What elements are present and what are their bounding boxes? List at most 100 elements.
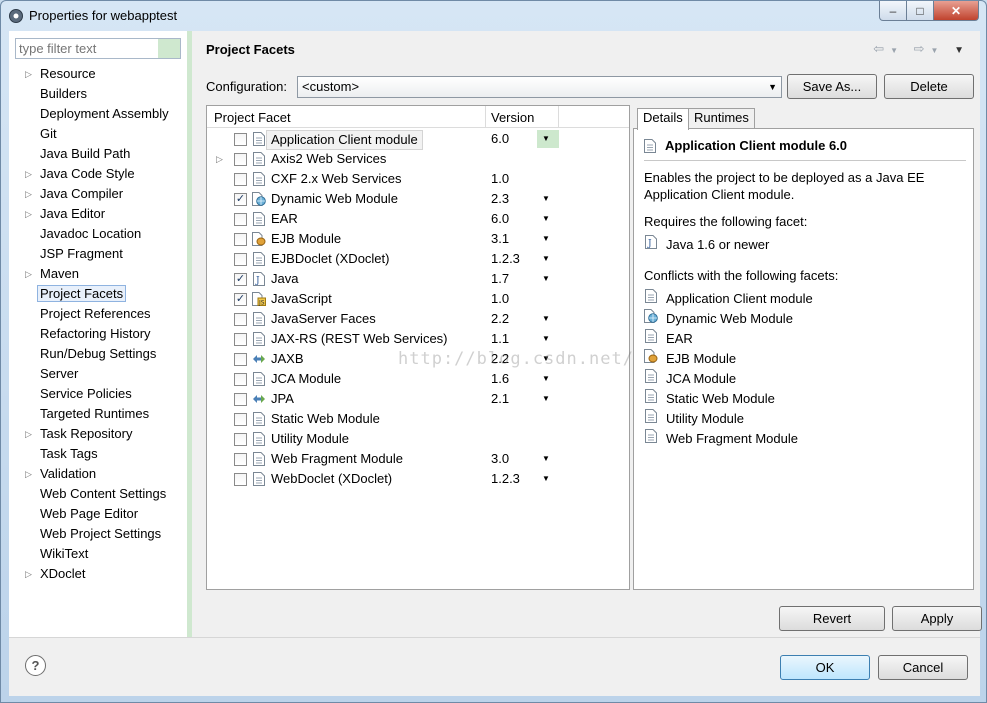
expand-arrow-icon[interactable]: ▷ <box>25 564 32 584</box>
expand-arrow-icon[interactable]: ▷ <box>25 64 32 84</box>
sidebar-item-maven[interactable]: ▷ Maven <box>15 264 169 284</box>
revert-button[interactable]: Revert <box>779 606 885 631</box>
sidebar-item-resource[interactable]: ▷ Resource <box>15 64 169 84</box>
facet-checkbox[interactable] <box>234 173 247 186</box>
facet-checkbox[interactable] <box>234 153 247 166</box>
sidebar-item-builders[interactable]: Builders <box>15 84 169 104</box>
close-button[interactable]: ✕ <box>933 1 979 21</box>
facet-checkbox[interactable] <box>234 313 247 326</box>
sidebar-item-validation[interactable]: ▷ Validation <box>15 464 169 484</box>
sidebar-item-jsp-fragment[interactable]: JSP Fragment <box>15 244 169 264</box>
tab-details[interactable]: Details <box>637 108 689 130</box>
expand-arrow-icon[interactable]: ▷ <box>25 204 32 224</box>
facet-checkbox[interactable] <box>234 213 247 226</box>
facet-row[interactable]: ✓ Dynamic Web Module 2.3 ▼ <box>207 189 629 209</box>
facet-row[interactable]: Utility Module <box>207 429 629 449</box>
expand-arrow-icon[interactable]: ▷ <box>25 464 32 484</box>
sidebar-item-xdoclet[interactable]: ▷ XDoclet <box>15 564 169 584</box>
facet-checkbox[interactable]: ✓ <box>234 193 247 206</box>
sidebar-item-targeted-runtimes[interactable]: Targeted Runtimes <box>15 404 169 424</box>
clear-filter-icon[interactable] <box>158 39 180 58</box>
facet-version[interactable]: 1.7 <box>491 269 509 289</box>
facet-version[interactable]: 2.1 <box>491 389 509 409</box>
chevron-down-icon[interactable]: ▼ <box>542 389 550 409</box>
forward-menu-icon[interactable]: ▼ <box>931 46 945 55</box>
facet-checkbox[interactable] <box>234 413 247 426</box>
facet-version[interactable]: 1.1 <box>491 329 509 349</box>
sidebar-item-web-page-editor[interactable]: Web Page Editor <box>15 504 169 524</box>
chevron-down-icon[interactable]: ▼ <box>542 309 550 329</box>
facet-row[interactable]: WebDoclet (XDoclet) 1.2.3 ▼ <box>207 469 629 489</box>
facet-checkbox[interactable] <box>234 473 247 486</box>
facet-row[interactable]: JCA Module 1.6 ▼ <box>207 369 629 389</box>
facet-version[interactable]: 3.1 <box>491 229 509 249</box>
tab-runtimes[interactable]: Runtimes <box>688 108 755 128</box>
facet-row[interactable]: JavaServer Faces 2.2 ▼ <box>207 309 629 329</box>
column-header-version[interactable]: Version <box>491 110 534 125</box>
expand-arrow-icon[interactable]: ▷ <box>216 149 223 169</box>
facet-version[interactable]: 1.2.3 <box>491 469 520 489</box>
facet-row[interactable]: EJB Module 3.1 ▼ <box>207 229 629 249</box>
sidebar-item-service-policies[interactable]: Service Policies <box>15 384 169 404</box>
facet-version[interactable]: 2.2 <box>491 309 509 329</box>
facet-checkbox[interactable] <box>234 393 247 406</box>
sidebar-item-java-build-path[interactable]: Java Build Path <box>15 144 169 164</box>
sidebar-item-java-compiler[interactable]: ▷ Java Compiler <box>15 184 169 204</box>
sidebar-item-task-tags[interactable]: Task Tags <box>15 444 169 464</box>
minimize-button[interactable]: – <box>879 1 907 21</box>
facet-checkbox[interactable] <box>234 233 247 246</box>
sidebar-item-javadoc-location[interactable]: Javadoc Location <box>15 224 169 244</box>
save-as-button[interactable]: Save As... <box>787 74 877 99</box>
facet-row[interactable]: ✓ J Java 1.7 ▼ <box>207 269 629 289</box>
sidebar-item-java-code-style[interactable]: ▷ Java Code Style <box>15 164 169 184</box>
column-header-facet[interactable]: Project Facet <box>214 110 291 125</box>
facet-version[interactable]: 1.0 <box>491 289 509 309</box>
delete-button[interactable]: Delete <box>884 74 974 99</box>
facet-version[interactable]: 3.0 <box>491 449 509 469</box>
sidebar-item-web-project-settings[interactable]: Web Project Settings <box>15 524 169 544</box>
filter-input[interactable] <box>16 39 156 58</box>
expand-arrow-icon[interactable]: ▷ <box>25 164 32 184</box>
facet-checkbox[interactable]: ✓ <box>234 293 247 306</box>
chevron-down-icon[interactable]: ▼ <box>542 189 550 209</box>
sidebar-item-git[interactable]: Git <box>15 124 169 144</box>
facet-version[interactable]: 2.3 <box>491 189 509 209</box>
cancel-button[interactable]: Cancel <box>878 655 968 680</box>
facet-checkbox[interactable] <box>234 353 247 366</box>
facet-row[interactable]: Web Fragment Module 3.0 ▼ <box>207 449 629 469</box>
facet-row[interactable]: ▷ Axis2 Web Services <box>207 149 629 169</box>
facet-checkbox[interactable] <box>234 333 247 346</box>
back-menu-icon[interactable]: ▼ <box>890 46 904 55</box>
facet-checkbox[interactable] <box>234 133 247 146</box>
expand-arrow-icon[interactable]: ▷ <box>25 264 32 284</box>
chevron-down-icon[interactable]: ▼ <box>542 369 550 389</box>
expand-arrow-icon[interactable]: ▷ <box>25 184 32 204</box>
chevron-down-icon[interactable]: ▼ <box>542 209 550 229</box>
chevron-down-icon[interactable]: ▼ <box>542 469 550 489</box>
facet-row[interactable]: JPA 2.1 ▼ <box>207 389 629 409</box>
facet-version[interactable]: 1.6 <box>491 369 509 389</box>
chevron-down-icon[interactable]: ▼ <box>542 229 550 249</box>
chevron-down-icon[interactable]: ▼ <box>542 269 550 289</box>
forward-arrow-icon[interactable]: ⇨ <box>914 41 931 56</box>
facet-version[interactable]: 6.0 <box>491 209 509 229</box>
chevron-down-icon[interactable]: ▼ <box>542 349 550 369</box>
facet-row[interactable]: Static Web Module <box>207 409 629 429</box>
sidebar-item-server[interactable]: Server <box>15 364 169 384</box>
facet-checkbox[interactable] <box>234 253 247 266</box>
view-menu-icon[interactable]: ▼ <box>954 45 970 56</box>
facet-version[interactable]: 2.2 <box>491 349 509 369</box>
sidebar-item-project-references[interactable]: Project References <box>15 304 169 324</box>
facet-row[interactable]: JAX-RS (REST Web Services) 1.1 ▼ <box>207 329 629 349</box>
expand-arrow-icon[interactable]: ▷ <box>25 424 32 444</box>
facet-version[interactable]: 1.2.3 <box>491 249 520 269</box>
help-icon[interactable]: ? <box>25 655 46 676</box>
facet-row[interactable]: EJBDoclet (XDoclet) 1.2.3 ▼ <box>207 249 629 269</box>
sidebar-item-java-editor[interactable]: ▷ Java Editor <box>15 204 169 224</box>
facet-checkbox[interactable]: ✓ <box>234 273 247 286</box>
sidebar-item-project-facets[interactable]: Project Facets <box>15 284 169 304</box>
facet-row[interactable]: ✓ JS JavaScript 1.0 <box>207 289 629 309</box>
facet-checkbox[interactable] <box>234 373 247 386</box>
facet-row[interactable]: JAXB 2.2 ▼ <box>207 349 629 369</box>
facet-version[interactable]: 6.0 <box>491 129 509 149</box>
